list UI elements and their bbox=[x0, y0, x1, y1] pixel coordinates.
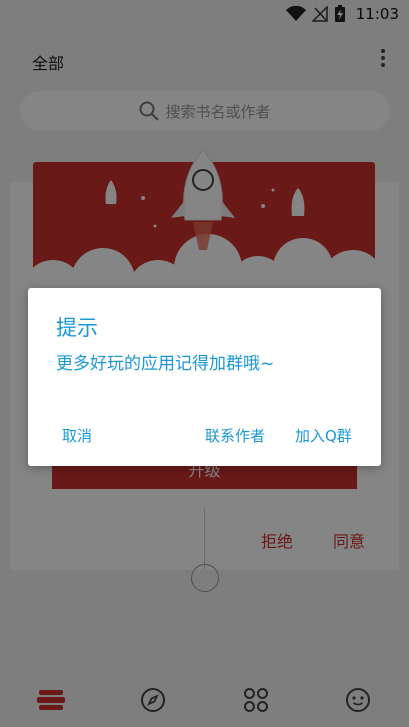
join-group-button[interactable]: 加入Q群 bbox=[295, 425, 352, 446]
prompt-dialog: 提示 更多好玩的应用记得加群哦~ 取消 联系作者 加入Q群 bbox=[28, 288, 381, 466]
dialog-title: 提示 bbox=[56, 316, 98, 340]
dialog-message: 更多好玩的应用记得加群哦~ bbox=[56, 354, 275, 374]
contact-author-button[interactable]: 联系作者 bbox=[205, 425, 265, 446]
cancel-button[interactable]: 取消 bbox=[62, 425, 92, 446]
